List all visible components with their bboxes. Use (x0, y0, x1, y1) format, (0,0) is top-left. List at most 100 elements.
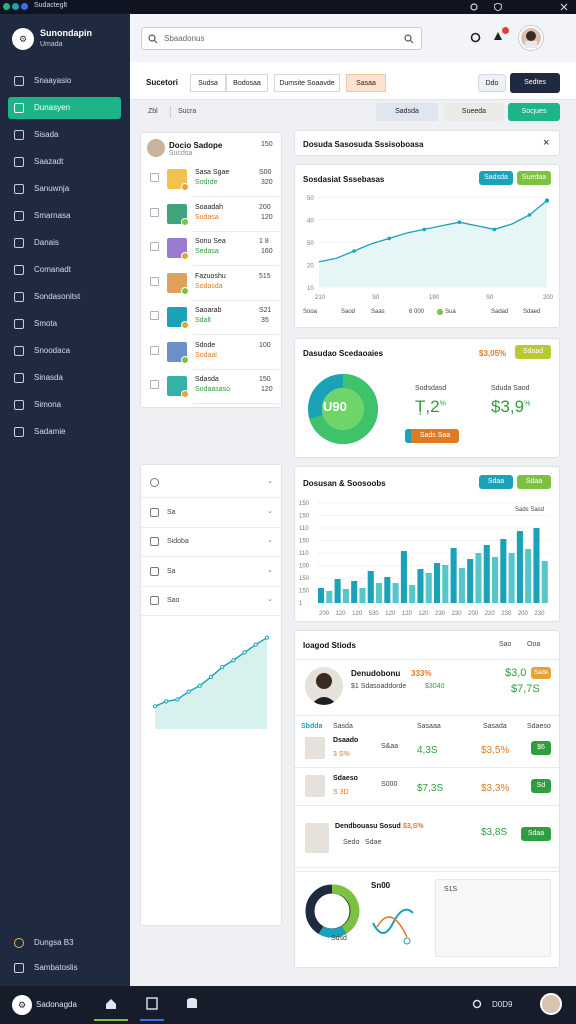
list-item[interactable]: Sonu Sea Sedasa 1 8 160 (141, 232, 283, 266)
bar (467, 559, 474, 603)
sidebar-item[interactable]: Smota (8, 313, 121, 335)
settings-icon[interactable] (470, 32, 481, 43)
mini-chart-point (253, 642, 258, 647)
row-checkbox[interactable] (150, 207, 159, 217)
chart-toggle-a[interactable]: Sadsda (479, 171, 513, 185)
sub-toolbar-count: Zbl (148, 108, 158, 115)
products-sort[interactable]: Sao (499, 641, 511, 648)
row-checkbox[interactable] (150, 345, 159, 355)
bar-toggle-a[interactable]: Sdaa (479, 475, 513, 489)
row-action-button[interactable]: $6 (531, 741, 551, 755)
accordion-item[interactable]: Sao ⌄ (141, 587, 283, 616)
bar (500, 539, 507, 603)
bar (318, 588, 325, 603)
table-row[interactable]: Sdaeso S 3D S000 $7,3S $3,3% Sd (295, 773, 561, 811)
sidebar-item[interactable]: Sisada (8, 124, 121, 146)
mini-card-title: Sn00 (371, 881, 391, 890)
close-icon[interactable] (560, 3, 568, 11)
row-value2: 120 (261, 213, 273, 221)
smile-icon (14, 346, 24, 356)
filter-button-2[interactable]: Sueeda (444, 103, 504, 121)
list-item[interactable]: Saoarab Sdalt S21 35 (141, 301, 283, 335)
settings-icon[interactable] (472, 999, 482, 1009)
sidebar-item-label: Saazadt (34, 157, 64, 166)
accordion-item[interactable]: Sidoba ⌄ (141, 528, 283, 557)
sidebar-footer-item[interactable]: Dungsa B3 (8, 932, 121, 954)
row-value: 150 (259, 376, 271, 383)
sidebar-item[interactable]: Snaayasio (8, 70, 121, 92)
divider (295, 767, 561, 768)
x-tick-label: 230 (501, 611, 512, 617)
accordion-icon (150, 478, 159, 487)
sidebar-item[interactable]: Comanadt (8, 259, 121, 281)
row-action-button[interactable]: Sdaa (521, 827, 551, 841)
row-sub: Sdalt (195, 317, 211, 324)
row-checkbox[interactable] (150, 276, 159, 286)
stat-2-number: $3,9 (491, 397, 525, 416)
column-tag: Sbdda (301, 723, 323, 730)
tab-3[interactable]: Dumsite Soaavde (274, 74, 340, 92)
tab-2[interactable]: Bodosaa (226, 74, 268, 92)
toolbar-button-small[interactable]: Ddo (478, 74, 506, 92)
shield-icon[interactable] (494, 3, 502, 11)
donut-card-pill[interactable]: Sads Saa (405, 429, 459, 443)
column-header: Sdaeso (527, 723, 551, 730)
accordion-item[interactable]: ⌄ (141, 469, 283, 498)
donut-card-button[interactable]: Sdaad (515, 345, 551, 359)
row-checkbox[interactable] (150, 242, 159, 251)
bar-chart-title: Dosusan & Soosoobs (303, 479, 386, 488)
list-item[interactable]: Soaadah Sudasa 200 120 (141, 198, 283, 232)
tab-4-active[interactable]: Sasaa (346, 74, 386, 92)
filter-button-1[interactable]: Sadsda (376, 103, 438, 121)
accordion-item[interactable]: Sa ⌄ (141, 499, 283, 528)
stat-1-label: Sodsdasd (415, 385, 447, 392)
sidebar-item[interactable]: Smarnasa (8, 205, 121, 227)
status-dot-icon (181, 252, 189, 260)
bar (392, 583, 399, 603)
table-row[interactable]: Dendbouasu Sosud $3,S% Sedo Sdae $3,8S Sdaa (295, 821, 561, 868)
products-filter[interactable]: Ooa (527, 641, 540, 648)
y-tick-label: 50 (307, 241, 314, 247)
home-icon[interactable] (105, 998, 117, 1010)
accordion-item[interactable]: Sa ⌄ (141, 558, 283, 587)
sidebar-item[interactable]: Dunasyen (8, 97, 121, 119)
settings-icon[interactable] (470, 3, 478, 11)
database-icon[interactable] (186, 997, 198, 1010)
chevron-down-icon: ⌄ (267, 596, 273, 603)
sidebar-item[interactable]: Simona (8, 394, 121, 416)
divider (193, 403, 279, 404)
taskbar-avatar[interactable] (540, 993, 562, 1015)
filter-button-3[interactable]: Socjues (508, 103, 560, 121)
list-item[interactable]: Sdasda Sodaasaso 150 120 (141, 370, 283, 404)
sidebar-item[interactable]: Saazadt (8, 151, 121, 173)
close-icon[interactable]: × (543, 137, 549, 149)
list-item[interactable]: Sdode Sodaal 100 (141, 336, 283, 370)
sidebar-item[interactable]: Sinasda (8, 367, 121, 389)
row-action-button[interactable]: Sd (531, 779, 551, 793)
chart-toggle-b[interactable]: Suedaa (517, 171, 551, 185)
row-name: Dendbouasu Sosud (335, 823, 401, 830)
sidebar-footer-item[interactable]: Sambatoslis (8, 957, 121, 979)
toolbar-primary-button[interactable]: Sedtes (510, 73, 560, 93)
headline-product-name: Denudobonu (351, 669, 401, 678)
row-checkbox[interactable] (150, 380, 159, 389)
sidebar-item[interactable]: Danais (8, 232, 121, 254)
brand-logo-icon[interactable]: ⚙ (12, 995, 32, 1015)
row-checkbox[interactable] (150, 173, 159, 182)
table-row[interactable]: Dsaado 3 S% S&aa 4,3S $3,5% $6 (295, 735, 561, 773)
tab-1[interactable]: Sudsa (190, 74, 226, 92)
bar-toggle-b[interactable]: Sdaa (517, 475, 551, 489)
sidebar-item[interactable]: Sadamie (8, 421, 121, 443)
brand-logo-icon[interactable]: ⚙ (12, 28, 34, 50)
document-icon[interactable] (146, 997, 158, 1010)
search-input[interactable]: Sbaadonus (141, 27, 422, 50)
user-avatar[interactable] (519, 26, 543, 50)
list-item[interactable]: Fazuoshu Sodasda 515 (141, 267, 283, 301)
row-checkbox[interactable] (150, 311, 159, 320)
headline-tag[interactable]: Sade (531, 667, 551, 679)
sidebar-item[interactable]: Sanuwnja (8, 178, 121, 200)
list-item[interactable]: Sasa Sgae Sodrde S00 320 (141, 163, 283, 197)
search-submit-icon[interactable] (404, 34, 414, 44)
sidebar-item[interactable]: Sondasonitst (8, 286, 121, 308)
sidebar-item[interactable]: Snoodaca (8, 340, 121, 362)
